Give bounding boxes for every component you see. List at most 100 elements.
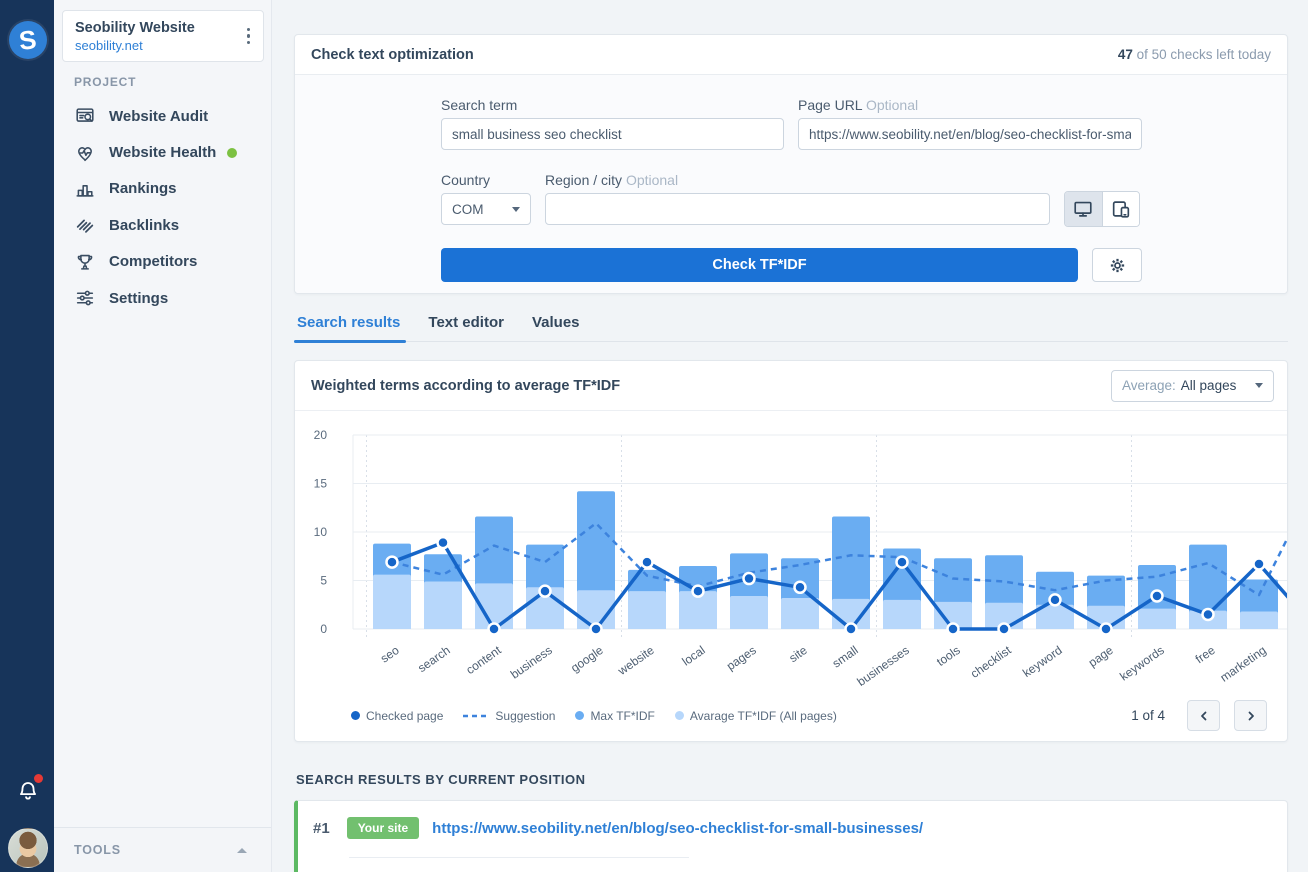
legend-max-tfidf: Max TF*IDF bbox=[575, 709, 654, 723]
svg-text:businesses: businesses bbox=[855, 643, 912, 689]
svg-text:small: small bbox=[830, 643, 861, 671]
desktop-toggle-button[interactable] bbox=[1065, 192, 1102, 226]
tfidf-chart-card: Weighted terms according to average TF*I… bbox=[294, 360, 1288, 742]
region-city-input[interactable] bbox=[545, 193, 1050, 225]
previous-page-button[interactable] bbox=[1187, 700, 1220, 731]
main-content: Check text optimization 47 of 50 checks … bbox=[272, 0, 1308, 872]
page-indicator: 1 of 4 bbox=[1131, 708, 1165, 723]
legend-suggestion: Suggestion bbox=[463, 709, 555, 723]
sidebar-item-settings[interactable]: Settings bbox=[54, 280, 271, 316]
project-section-label: PROJECT bbox=[74, 75, 136, 89]
country-select[interactable]: COM bbox=[441, 193, 531, 225]
legend-checked-page: Checked page bbox=[351, 709, 443, 723]
sidebar-item-website-health[interactable]: Website Health bbox=[54, 134, 271, 170]
svg-text:checklist: checklist bbox=[968, 643, 1014, 681]
svg-text:website: website bbox=[615, 643, 657, 679]
svg-text:marketing: marketing bbox=[1218, 643, 1269, 685]
results-tabs: Search results Text editor Values bbox=[294, 308, 1288, 342]
sidebar-item-competitors[interactable]: Competitors bbox=[54, 244, 271, 280]
seobility-logo[interactable]: S bbox=[9, 21, 47, 59]
chevron-left-icon bbox=[1197, 709, 1211, 723]
chart-legend: Checked page Suggestion Max TF*IDF Avara… bbox=[351, 709, 837, 723]
tfidf-bar-chart: 05101520seosearchcontentbusinessgooglewe… bbox=[295, 411, 1288, 703]
sidebar-nav: Website Audit Website Health bbox=[54, 98, 271, 316]
page-url-label: Page URL Optional bbox=[798, 97, 918, 113]
checked-page-dot-icon bbox=[351, 711, 360, 720]
next-page-button[interactable] bbox=[1234, 700, 1267, 731]
your-site-badge: Your site bbox=[347, 817, 419, 839]
search-term-label: Search term bbox=[441, 97, 517, 113]
chart-pagination: 1 of 4 bbox=[1131, 700, 1267, 731]
panel-title: Check text optimization bbox=[311, 47, 474, 63]
collapse-caret-icon bbox=[237, 848, 247, 853]
svg-text:20: 20 bbox=[314, 428, 328, 442]
desktop-icon bbox=[1072, 198, 1094, 220]
svg-text:seo: seo bbox=[378, 643, 402, 666]
sidebar-item-backlinks[interactable]: Backlinks bbox=[54, 207, 271, 243]
tools-label: TOOLS bbox=[74, 843, 121, 857]
svg-text:business: business bbox=[508, 643, 555, 682]
check-tfidf-button[interactable]: Check TF*IDF bbox=[441, 248, 1078, 282]
svg-text:5: 5 bbox=[320, 574, 327, 588]
region-city-label: Region / city Optional bbox=[545, 172, 678, 188]
tab-values[interactable]: Values bbox=[532, 308, 580, 341]
settings-sliders-icon bbox=[74, 287, 96, 309]
average-pages-select[interactable]: Average: All pages bbox=[1111, 370, 1274, 402]
backlinks-icon bbox=[74, 214, 96, 236]
tools-section-toggle[interactable]: TOOLS bbox=[54, 827, 271, 872]
max-tfidf-dot-icon bbox=[575, 711, 584, 720]
notifications-button[interactable] bbox=[16, 779, 40, 803]
page-url-input[interactable] bbox=[798, 118, 1142, 150]
svg-text:content: content bbox=[463, 643, 504, 677]
project-name: Seobility Website bbox=[75, 19, 242, 37]
competitors-icon bbox=[74, 251, 96, 273]
kebab-menu-icon[interactable] bbox=[242, 22, 256, 51]
serp-section-heading: SEARCH RESULTS BY CURRENT POSITION bbox=[296, 772, 586, 787]
project-domain-link[interactable]: seobility.net bbox=[75, 37, 242, 54]
svg-text:site: site bbox=[786, 643, 810, 665]
svg-text:free: free bbox=[1193, 643, 1218, 667]
svg-text:0: 0 bbox=[320, 622, 327, 636]
check-text-optimization-panel: Check text optimization 47 of 50 checks … bbox=[294, 34, 1288, 294]
svg-text:local: local bbox=[679, 643, 707, 669]
serp-result-card: #1 Your site https://www.seobility.net/e… bbox=[294, 800, 1288, 872]
project-selector[interactable]: Seobility Website seobility.net bbox=[62, 10, 264, 62]
chart-title: Weighted terms according to average TF*I… bbox=[311, 378, 620, 394]
result-divider bbox=[349, 857, 689, 858]
svg-text:page: page bbox=[1086, 643, 1116, 670]
checks-left-counter: 47 of 50 checks left today bbox=[1118, 47, 1271, 62]
sidebar-item-rankings[interactable]: Rankings bbox=[54, 171, 271, 207]
result-position: #1 bbox=[313, 820, 330, 837]
mobile-toggle-button[interactable] bbox=[1102, 192, 1140, 226]
sidebar-item-label: Settings bbox=[109, 290, 168, 307]
check-form: Search term Page URL Optional Country CO… bbox=[295, 75, 1287, 293]
notification-dot bbox=[34, 774, 43, 783]
search-term-input[interactable] bbox=[441, 118, 784, 150]
svg-text:keywords: keywords bbox=[1117, 643, 1167, 684]
svg-text:pages: pages bbox=[724, 643, 759, 673]
result-url-link[interactable]: https://www.seobility.net/en/blog/seo-ch… bbox=[432, 820, 923, 837]
app-root: S Seobility Website seobility.net PROJEC… bbox=[0, 0, 1308, 872]
user-avatar[interactable] bbox=[8, 828, 48, 868]
tab-text-editor[interactable]: Text editor bbox=[428, 308, 504, 341]
settings-gear-button[interactable] bbox=[1092, 248, 1142, 282]
dashed-line-icon bbox=[463, 714, 489, 718]
svg-text:search: search bbox=[415, 643, 453, 675]
country-label: Country bbox=[441, 172, 490, 188]
sidebar-item-label: Competitors bbox=[109, 253, 197, 270]
chevron-down-icon bbox=[512, 207, 520, 212]
rankings-icon bbox=[74, 178, 96, 200]
chevron-down-icon bbox=[1255, 383, 1263, 388]
app-rail: S bbox=[0, 0, 54, 872]
website-health-icon bbox=[74, 142, 96, 164]
serp-result-row: #1 Your site https://www.seobility.net/e… bbox=[298, 801, 1287, 839]
device-toggle bbox=[1064, 191, 1140, 227]
website-audit-icon bbox=[74, 105, 96, 127]
sidebar-item-website-audit[interactable]: Website Audit bbox=[54, 98, 271, 134]
chart-footer: Checked page Suggestion Max TF*IDF Avara… bbox=[295, 700, 1287, 731]
sidebar-item-label: Rankings bbox=[109, 180, 177, 197]
sidebar-item-label: Backlinks bbox=[109, 217, 179, 234]
tab-search-results[interactable]: Search results bbox=[297, 308, 400, 341]
svg-text:keyword: keyword bbox=[1020, 643, 1065, 680]
logo-letter: S bbox=[18, 26, 38, 54]
